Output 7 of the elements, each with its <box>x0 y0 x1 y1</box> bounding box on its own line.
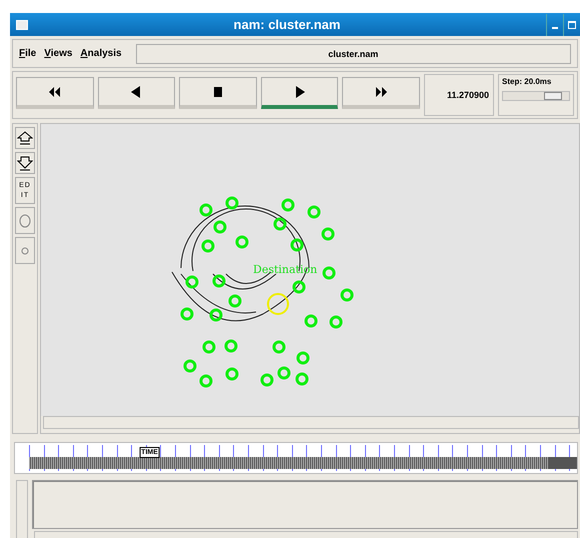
file-name-field: cluster.nam <box>136 44 571 64</box>
time-display: 11.270900 <box>424 74 494 116</box>
menu-item[interactable]: Views <box>44 48 72 59</box>
window-title: nam: cluster.nam <box>232 17 342 32</box>
menu-item[interactable]: File <box>19 48 36 59</box>
step-label: Step: 20.0ms <box>502 77 552 86</box>
menu-item[interactable]: Analysis <box>80 48 122 59</box>
